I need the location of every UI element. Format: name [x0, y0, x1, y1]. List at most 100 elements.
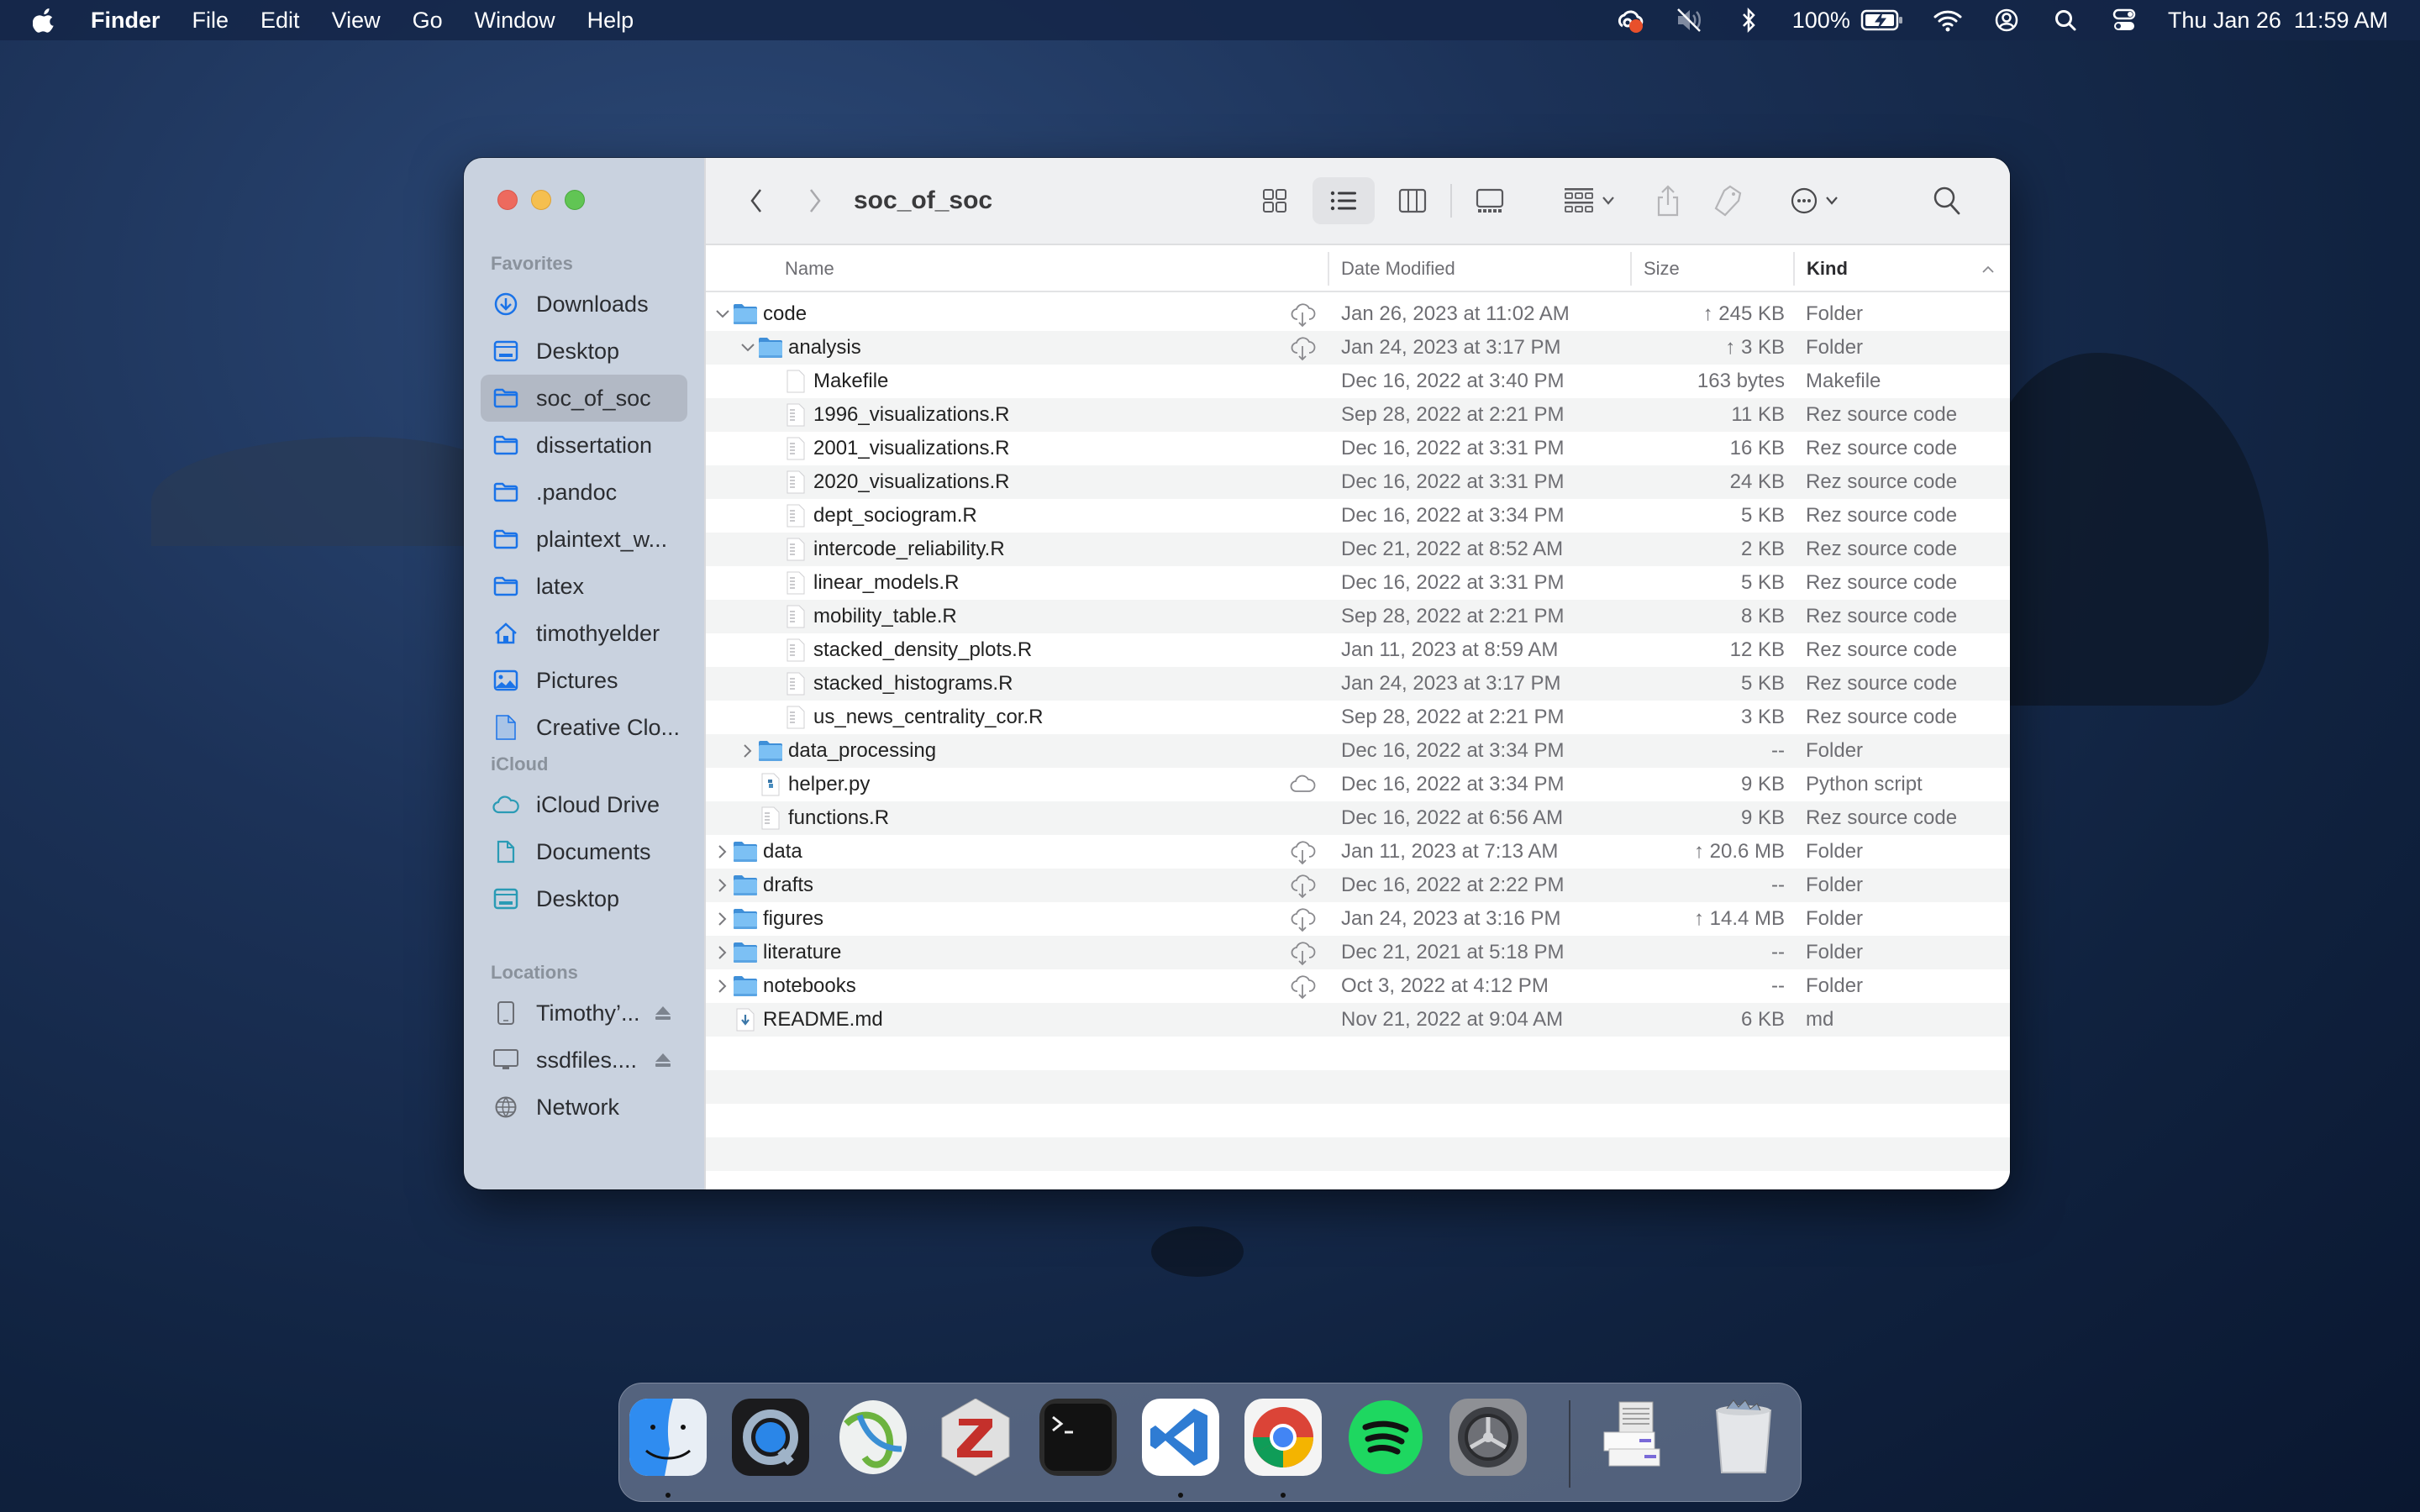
file-row[interactable]: data_processing Dec 16, 2022 at 3:34 PM --… — [706, 734, 2010, 768]
sidebar-item-ipad[interactable]: Timothy’... — [481, 990, 687, 1037]
file-row[interactable]: helper.py Dec 16, 2022 at 3:34 PM 9 KB Pyth… — [706, 768, 2010, 801]
control-center-icon[interactable] — [2109, 5, 2139, 35]
column-header-name[interactable]: Name — [785, 245, 834, 292]
dock-app-system-preferences[interactable] — [1448, 1399, 1528, 1486]
sidebar-item-pandoc[interactable]: .pandoc — [481, 469, 687, 516]
file-row[interactable]: code Jan 26, 2023 at 11:02 AM ↑ 245 KB Fold… — [706, 297, 2010, 331]
file-row[interactable]: intercode_reliability.R Dec 21, 2022 at 8… — [706, 533, 2010, 566]
file-row[interactable]: 1996_visualizations.R Sep 28, 2022 at 2:2… — [706, 398, 2010, 432]
column-view-button[interactable] — [1381, 177, 1444, 224]
file-row[interactable]: linear_models.R Dec 16, 2022 at 3:31 PM 5 … — [706, 566, 2010, 600]
menu-go[interactable]: Go — [413, 8, 443, 34]
spotlight-icon[interactable] — [2050, 5, 2081, 35]
file-row[interactable]: 2020_visualizations.R Dec 16, 2022 at 3:3… — [706, 465, 2010, 499]
bluetooth-icon[interactable] — [1733, 5, 1764, 35]
icloud-download-icon[interactable] — [1289, 974, 1316, 1000]
dock-app-google-chrome[interactable] — [1243, 1399, 1323, 1486]
file-row[interactable]: notebooks Oct 3, 2022 at 4:12 PM -- Folder — [706, 969, 2010, 1003]
file-row[interactable]: stacked_density_plots.R Jan 11, 2023 at 8… — [706, 633, 2010, 667]
minimize-button[interactable] — [531, 190, 551, 210]
menu-help[interactable]: Help — [587, 8, 634, 34]
file-row[interactable]: Makefile Dec 16, 2022 at 3:40 PM 163 bytes… — [706, 365, 2010, 398]
list-view-button[interactable] — [1313, 177, 1375, 224]
disclosure-closed-icon[interactable] — [714, 976, 731, 996]
user-icon[interactable] — [1991, 5, 2022, 35]
zoom-button[interactable] — [565, 190, 585, 210]
sidebar-item-desktop[interactable]: Desktop — [481, 328, 687, 375]
group-by-button[interactable] — [1563, 177, 1615, 224]
file-row[interactable]: data Jan 11, 2023 at 7:13 AM ↑ 20.6 MB Fold… — [706, 835, 2010, 869]
dock-app-spotify[interactable] — [1345, 1399, 1426, 1486]
sidebar-item-pictures[interactable]: Pictures — [481, 657, 687, 704]
sidebar-item-plaintext[interactable]: plaintext_w... — [481, 516, 687, 563]
icloud-download-icon[interactable] — [1289, 907, 1316, 932]
sidebar-item-latex[interactable]: latex — [481, 563, 687, 610]
icloud-download-icon[interactable] — [1289, 874, 1316, 899]
icloud-download-icon[interactable] — [1289, 302, 1316, 328]
menu-file[interactable]: File — [192, 8, 229, 34]
forward-button[interactable] — [798, 177, 832, 224]
sidebar-item-soc-of-soc[interactable]: soc_of_soc — [481, 375, 687, 422]
eject-icon[interactable] — [654, 1004, 672, 1022]
battery-icon[interactable] — [1860, 5, 1904, 35]
column-header-kind[interactable]: Kind — [1793, 252, 2000, 286]
file-row[interactable]: figures Jan 24, 2023 at 3:16 PM ↑ 14.4 MB F… — [706, 902, 2010, 936]
disclosure-closed-icon[interactable] — [714, 842, 731, 862]
icloud-icon[interactable] — [1289, 773, 1316, 796]
sidebar-item-icloud-drive[interactable]: iCloud Drive — [481, 781, 687, 828]
sidebar-item-icloud-documents[interactable]: Documents — [481, 828, 687, 875]
dock-app-terminal[interactable] — [1038, 1399, 1118, 1486]
menubar-clock[interactable]: Thu Jan 26 11:59 AM — [2168, 8, 2388, 34]
file-row[interactable]: 2001_visualizations.R Dec 16, 2022 at 3:3… — [706, 432, 2010, 465]
icloud-download-icon[interactable] — [1289, 941, 1316, 966]
disclosure-open-icon[interactable] — [714, 304, 731, 324]
file-row[interactable]: literature Dec 21, 2021 at 5:18 PM -- Folde… — [706, 936, 2010, 969]
sidebar-item-downloads[interactable]: Downloads — [481, 281, 687, 328]
file-row[interactable]: stacked_histograms.R Jan 24, 2023 at 3:17… — [706, 667, 2010, 701]
file-row[interactable]: analysis Jan 24, 2023 at 3:17 PM ↑ 3 KB Fol… — [706, 331, 2010, 365]
disclosure-closed-icon[interactable] — [714, 909, 731, 929]
dock-app-quicktime-player[interactable] — [730, 1399, 811, 1486]
share-button[interactable] — [1655, 177, 1681, 224]
dock-app-visual-studio-code[interactable] — [1140, 1399, 1221, 1486]
file-row[interactable]: README.md Nov 21, 2022 at 9:04 AM 6 KB md — [706, 1003, 2010, 1037]
dock-app-zotero[interactable] — [935, 1399, 1016, 1486]
file-row[interactable]: functions.R Dec 16, 2022 at 6:56 AM 9 KB Re… — [706, 801, 2010, 835]
column-header-date-modified[interactable]: Date Modified — [1328, 252, 1455, 286]
menu-window[interactable]: Window — [475, 8, 555, 34]
back-button[interactable] — [739, 177, 773, 224]
more-actions-button[interactable] — [1790, 177, 1839, 224]
dock-app-cisco-anyconnect[interactable] — [833, 1399, 913, 1486]
sidebar-item-creative-cloud[interactable]: Creative Clo... — [481, 704, 687, 751]
disclosure-closed-icon[interactable] — [714, 875, 731, 895]
icon-view-button[interactable] — [1244, 177, 1306, 224]
search-button[interactable] — [1933, 177, 1961, 224]
sidebar-item-icloud-desktop[interactable]: Desktop — [481, 875, 687, 922]
disclosure-open-icon[interactable] — [739, 338, 756, 358]
file-row[interactable]: dept_sociogram.R Dec 16, 2022 at 3:34 PM 5… — [706, 499, 2010, 533]
sidebar-item-home[interactable]: timothyelder — [481, 610, 687, 657]
apple-menu-icon[interactable] — [30, 6, 59, 34]
gallery-view-button[interactable] — [1459, 177, 1521, 224]
disclosure-closed-icon[interactable] — [714, 942, 731, 963]
eject-icon[interactable] — [654, 1051, 672, 1069]
creative-cloud-icon[interactable] — [1616, 5, 1646, 35]
file-row[interactable]: drafts Dec 16, 2022 at 2:22 PM -- Folder — [706, 869, 2010, 902]
wifi-icon[interactable] — [1933, 5, 1963, 35]
menu-finder[interactable]: Finder — [91, 8, 160, 34]
menu-view[interactable]: View — [332, 8, 381, 34]
sidebar-item-network[interactable]: Network — [481, 1084, 687, 1131]
dock-downloads-stack[interactable] — [1596, 1399, 1676, 1486]
tags-button[interactable] — [1710, 177, 1744, 224]
dock-trash[interactable] — [1703, 1399, 1784, 1486]
sidebar-item-ssdfiles[interactable]: ssdfiles.... — [481, 1037, 687, 1084]
icloud-download-icon[interactable] — [1289, 840, 1316, 865]
icloud-download-icon[interactable] — [1289, 336, 1316, 361]
menu-edit[interactable]: Edit — [260, 8, 300, 34]
file-row[interactable]: mobility_table.R Sep 28, 2022 at 2:21 PM 8… — [706, 600, 2010, 633]
sidebar-item-dissertation[interactable]: dissertation — [481, 422, 687, 469]
file-row[interactable]: us_news_centrality_cor.R Sep 28, 2022 at … — [706, 701, 2010, 734]
close-button[interactable] — [497, 190, 518, 210]
column-header-size[interactable]: Size — [1630, 252, 1680, 286]
mute-icon[interactable] — [1675, 5, 1705, 35]
